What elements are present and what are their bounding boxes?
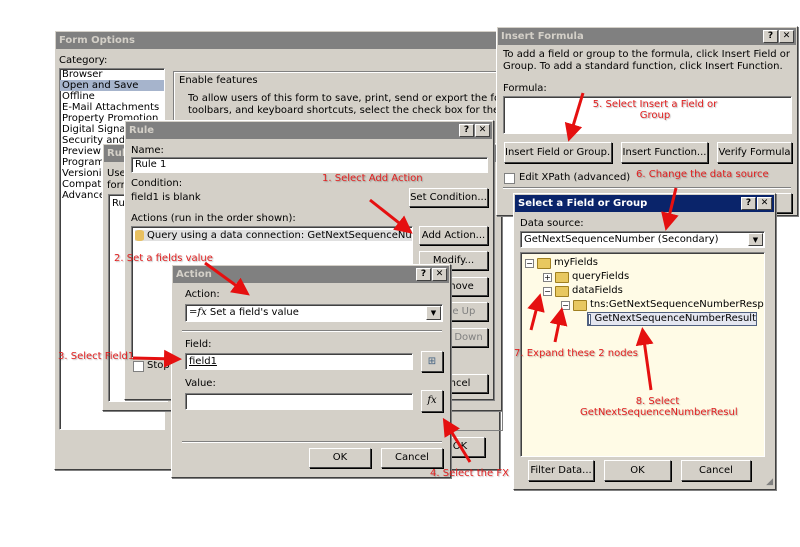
- annotation-arrows: [132, 92, 679, 463]
- arrow-8: [635, 327, 654, 391]
- arrow-1: [369, 198, 413, 234]
- arrow-4: [442, 417, 472, 463]
- arrow-3: [132, 349, 182, 368]
- arrow-2: [204, 261, 250, 296]
- arrow-7b: [549, 307, 568, 343]
- arrow-5: [564, 92, 585, 142]
- arrow-7a: [527, 293, 545, 331]
- arrow-6: [661, 187, 679, 231]
